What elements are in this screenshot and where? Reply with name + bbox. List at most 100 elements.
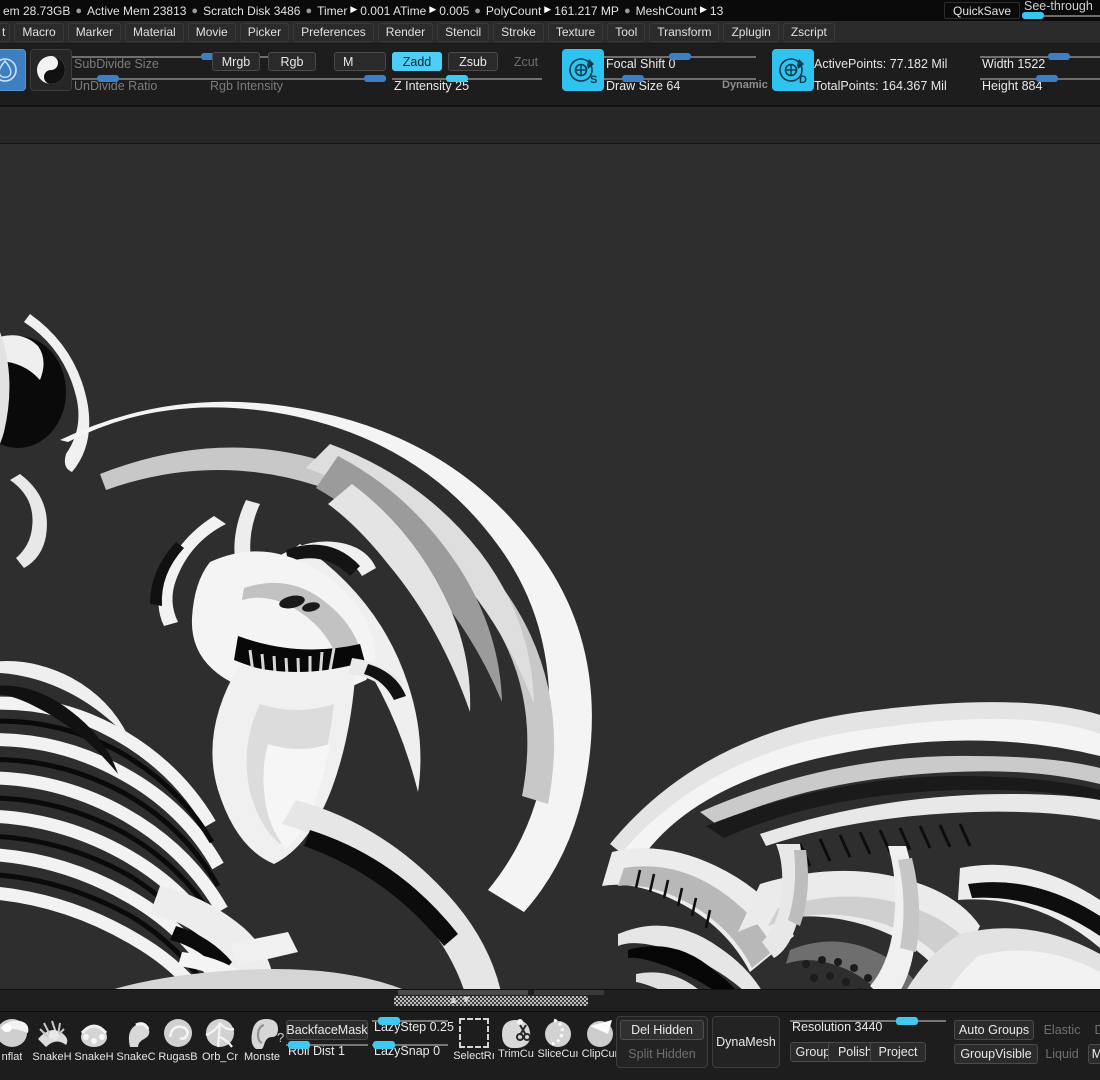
menu-item-material[interactable]: Material	[125, 22, 184, 42]
resolution-track[interactable]	[790, 1020, 946, 1022]
menu-item-tool[interactable]: Tool	[607, 22, 646, 42]
snake-hook-alt-brush-icon	[80, 1024, 108, 1047]
scrollbar-left-thumb[interactable]	[394, 996, 496, 1006]
roll-dist-knob[interactable]	[288, 1041, 311, 1049]
lazy-snap-knob[interactable]	[373, 1041, 396, 1049]
document-width-track[interactable]	[980, 56, 1100, 58]
draw-size-knob[interactable]	[621, 75, 644, 82]
zsub-button[interactable]: Zsub	[448, 52, 498, 71]
brush-item-snakec[interactable]: SnakeC	[114, 1016, 158, 1066]
brush-item-rugasb[interactable]: RugasB	[156, 1016, 200, 1066]
draw-size-d-icon: D	[779, 58, 807, 86]
del-hidden-button[interactable]: Del Hidden	[620, 1020, 704, 1040]
auto-groups-button[interactable]: Auto Groups	[954, 1020, 1034, 1040]
sculpt-canvas[interactable]	[0, 144, 1100, 989]
brush-label: Monste	[243, 1051, 281, 1063]
trim-curve-thumbnail	[497, 1016, 535, 1048]
brush-label: SnakeH	[32, 1051, 72, 1063]
zcut-button[interactable]: Zcut	[504, 52, 548, 71]
brush-thumbnail-icon	[243, 1016, 281, 1050]
quicksave-button[interactable]: QuickSave	[944, 2, 1021, 19]
menu-item-stroke[interactable]: Stroke	[493, 22, 544, 42]
title-status-bar: em 28.73GB ● Active Mem 23813 ● Scratch …	[0, 0, 1100, 21]
menu-item-zplugin[interactable]: Zplugin	[723, 22, 779, 42]
yin-yang-brush-icon	[37, 56, 65, 84]
scroll-down-arrow-icon[interactable]: ▼	[461, 995, 472, 1006]
select-rect-tool[interactable]: SelectRı	[452, 1016, 496, 1068]
scroll-tab-indicator-secondary[interactable]	[534, 990, 604, 995]
clip-curve-label: ClipCur	[581, 1048, 619, 1060]
see-through-slider[interactable]: See-through	[1022, 0, 1100, 21]
scroll-arrows[interactable]: ▲ ▼	[448, 995, 472, 1006]
document-width-knob[interactable]	[1048, 53, 1071, 60]
liquid-button[interactable]: Liquid	[1040, 1044, 1084, 1064]
brush-thumbnail-icon	[0, 1016, 31, 1050]
orb-crack-brush-icon	[205, 1019, 235, 1048]
document-height-knob[interactable]	[1036, 75, 1059, 82]
brush-item-snakeh-1[interactable]: SnakeH	[30, 1016, 74, 1066]
focal-shift-label: Focal Shift 0	[606, 57, 676, 71]
canvas-scroll-strip[interactable]: ▲ ▼	[0, 989, 1100, 1011]
edit-mode-button[interactable]	[0, 49, 26, 91]
snake-curve-brush-icon	[128, 1022, 150, 1047]
clip-curve-icon	[587, 1020, 613, 1047]
dynamic-label[interactable]: Dynamic	[722, 79, 768, 91]
scroll-up-arrow-icon[interactable]: ▲	[448, 995, 459, 1006]
see-through-knob[interactable]	[1022, 12, 1044, 19]
menu-item-texture[interactable]: Texture	[547, 22, 604, 42]
menu-item-zscript[interactable]: Zscript	[782, 22, 835, 42]
status-separator: ●	[623, 4, 631, 17]
rgb-button[interactable]: Rgb	[268, 52, 316, 71]
rgb-intensity-track[interactable]	[208, 78, 386, 80]
menu-item-stencil[interactable]: Stencil	[437, 22, 490, 42]
meshcount-label: MeshCount	[635, 3, 697, 18]
focal-shift-knob[interactable]	[669, 53, 691, 60]
dynamesh-button[interactable]: DynaMesh	[714, 1032, 778, 1052]
menu-item-macro[interactable]: Macro	[14, 22, 64, 42]
rgb-intensity-knob[interactable]	[364, 75, 386, 82]
dynamic-draw-button[interactable]: D	[772, 49, 814, 91]
edge-button-d[interactable]: D	[1090, 1020, 1100, 1040]
svg-text:S: S	[590, 74, 597, 86]
group-visible-button[interactable]: GroupVisible	[954, 1044, 1038, 1064]
rgb-intensity-label: Rgb Intensity	[210, 79, 283, 93]
project-button[interactable]: Project	[870, 1042, 926, 1062]
timer-label: Timer	[317, 3, 348, 18]
brush-item-nflat[interactable]: nflat	[0, 1016, 34, 1066]
menu-item-clipped[interactable]: t	[0, 22, 11, 42]
slice-curve-tool[interactable]: SliceCuı	[536, 1016, 580, 1068]
menu-item-marker[interactable]: Marker	[67, 22, 122, 42]
backface-mask-button[interactable]: BackfaceMask	[286, 1020, 368, 1040]
z-intensity-knob[interactable]	[445, 75, 468, 82]
brush-item-orb-cr[interactable]: Orb_Cr	[198, 1016, 242, 1066]
edge-button-m[interactable]: M	[1088, 1044, 1100, 1064]
mrgb-button[interactable]: Mrgb	[212, 52, 260, 71]
brush-swatch-button[interactable]	[30, 49, 72, 91]
polycount-label: PolyCount	[485, 3, 542, 18]
zadd-button[interactable]: Zadd	[392, 52, 442, 71]
scrollbar-right-thumb[interactable]	[490, 996, 588, 1006]
draw-size-button[interactable]: S	[562, 49, 604, 91]
trim-curve-tool[interactable]: TrimCu	[494, 1016, 538, 1068]
undivide-ratio-track[interactable]	[72, 78, 210, 80]
elastic-button[interactable]: Elastic	[1040, 1020, 1084, 1040]
play-triangle-icon: ▶	[544, 4, 552, 14]
brush-item-snakeh-2[interactable]: SnakeH	[72, 1016, 116, 1066]
menu-item-picker[interactable]: Picker	[239, 22, 290, 42]
m-button[interactable]: M	[334, 52, 386, 71]
split-hidden-button[interactable]: Split Hidden	[620, 1044, 704, 1064]
menu-item-movie[interactable]: Movie	[187, 22, 236, 42]
svg-text:D: D	[799, 74, 807, 86]
menu-item-preferences[interactable]: Preferences	[293, 22, 374, 42]
lazy-step-knob[interactable]	[377, 1017, 400, 1025]
brush-label: nflat	[1, 1051, 23, 1063]
document-width-label: Width 1522	[982, 57, 1046, 71]
resolution-knob[interactable]	[896, 1017, 918, 1025]
select-rect-label: SelectRı	[453, 1050, 495, 1062]
play-triangle-icon: ▶	[699, 4, 707, 14]
help-question-icon[interactable]: ?	[277, 1030, 284, 1045]
menu-item-transform[interactable]: Transform	[649, 22, 720, 42]
menu-item-render[interactable]: Render	[377, 22, 434, 42]
sphere-drop-icon	[0, 58, 17, 82]
undivide-ratio-knob[interactable]	[96, 75, 119, 82]
